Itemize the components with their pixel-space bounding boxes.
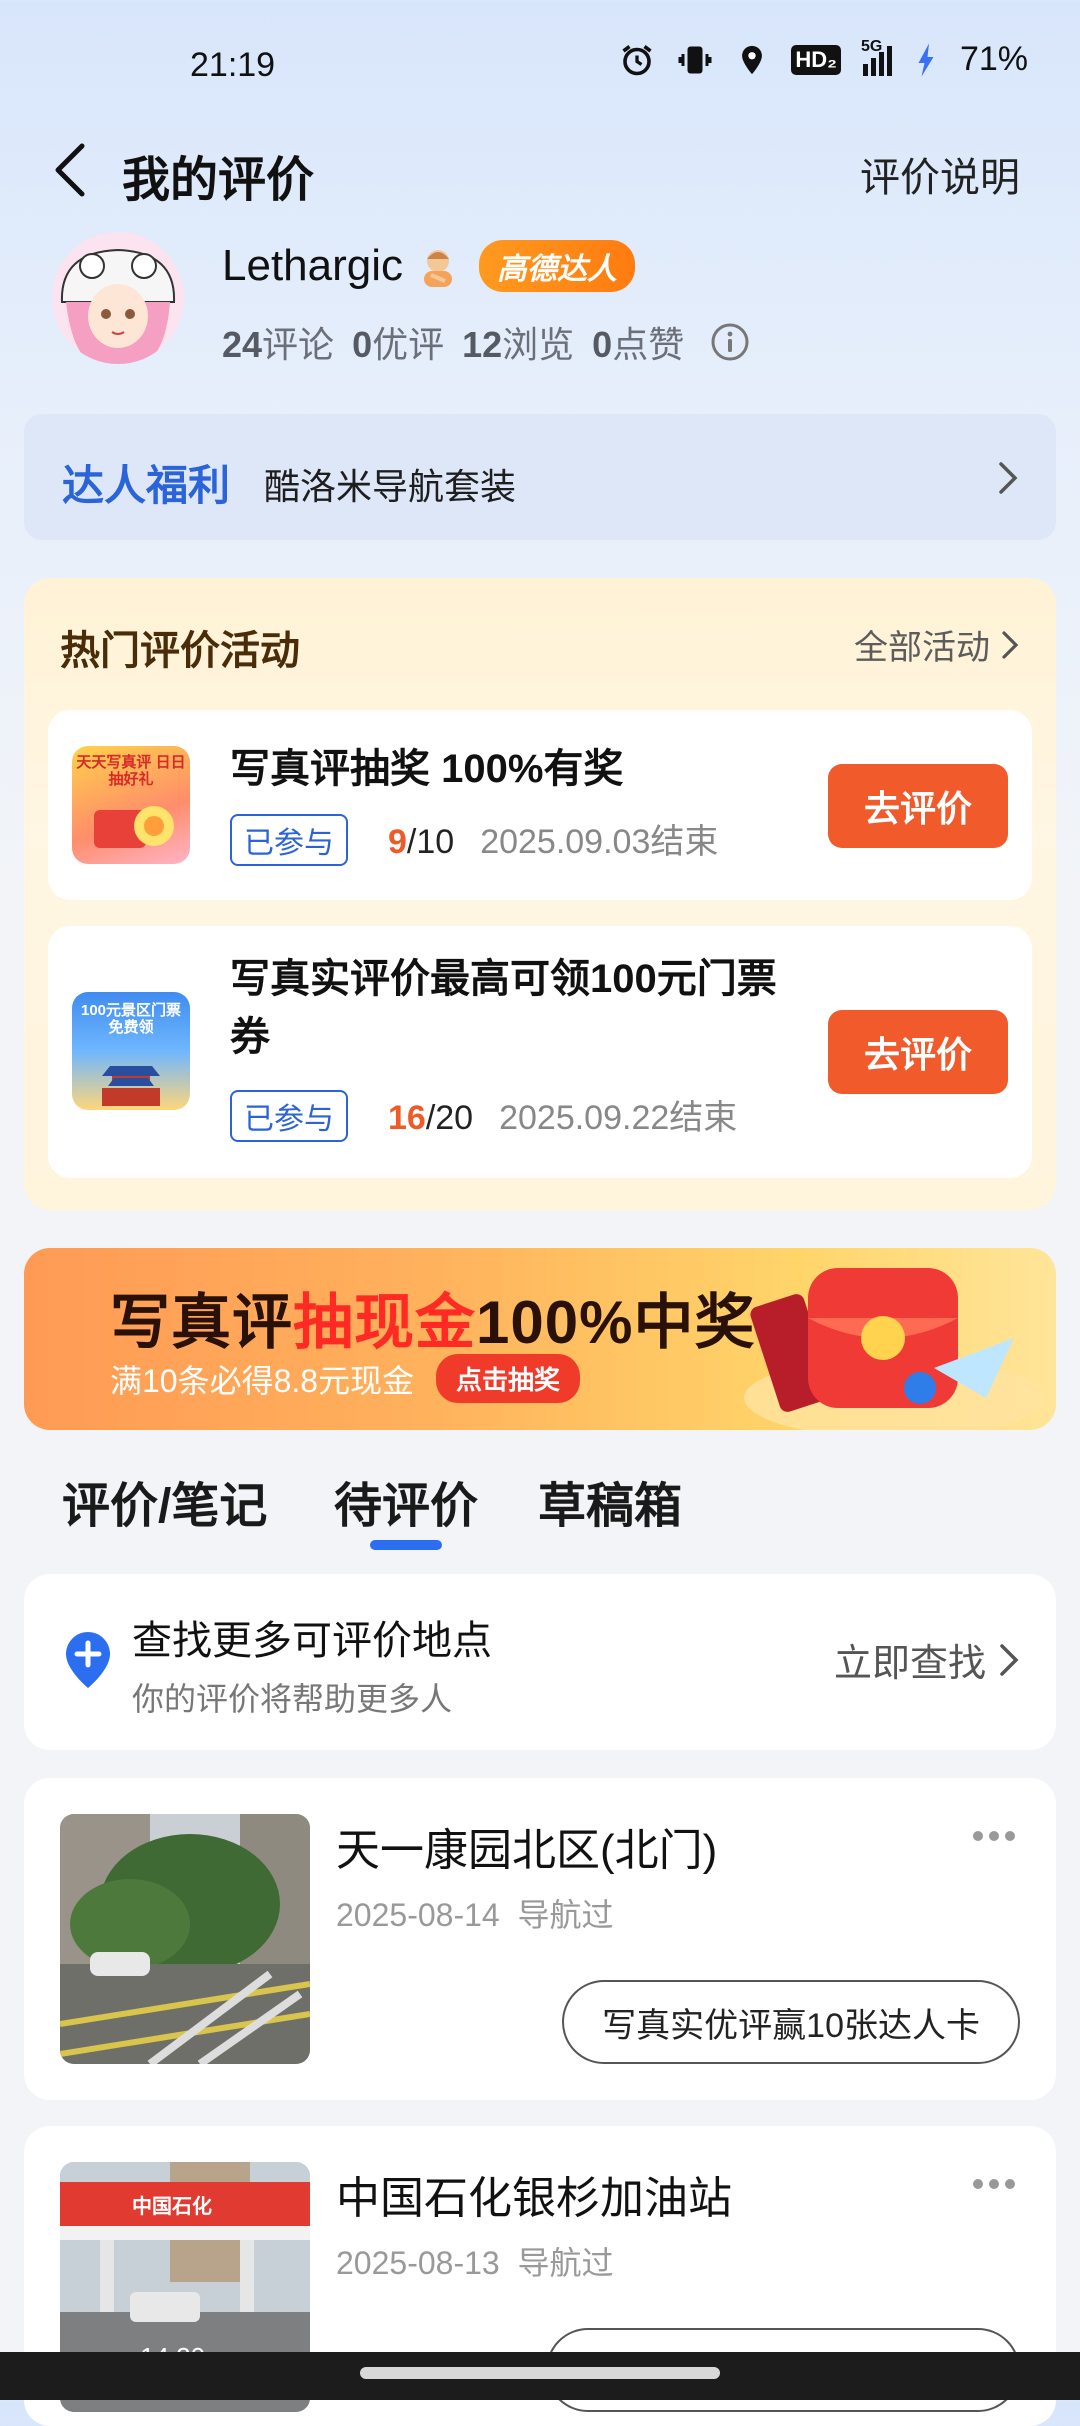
place-meta: 2025-08-13 导航过 xyxy=(336,2245,614,2281)
go-review-button[interactable]: 去评价 xyxy=(828,1010,1008,1094)
activity-end-date: 2025.09.22结束 xyxy=(499,1099,738,1137)
stat-likes: 0点赞 xyxy=(592,324,685,365)
emoji-icon xyxy=(424,250,453,287)
info-icon[interactable] xyxy=(710,322,750,362)
perks-item: 酷洛米导航套装 xyxy=(264,466,517,507)
all-activities-label: 全部活动 xyxy=(854,629,990,667)
chevron-right-icon xyxy=(999,462,1018,494)
location-plus-icon xyxy=(66,1632,110,1688)
activity-card[interactable]: 100元景区门票免费领 写真实评价最高可领100元门票 券 已参与 16/20 … xyxy=(48,926,1032,1178)
activity-name: 写真评抽奖 100%有奖 xyxy=(230,747,624,791)
page-title: 我的评价 xyxy=(122,154,315,207)
activity-card[interactable]: 天天写真评 日日抽好礼 写真评抽奖 100%有奖 已参与 9/10 2025.0… xyxy=(48,710,1032,900)
back-icon[interactable] xyxy=(48,140,98,200)
hd-icon: HD₂ xyxy=(791,44,841,75)
activity-progress: 16/20 xyxy=(388,1099,474,1137)
status-time: 21:19 xyxy=(190,46,276,84)
location-icon xyxy=(742,45,763,74)
activities-section: 热门评价活动 全部活动 天天写真评 日日抽好礼 写真评抽奖 100%有奖 已参与… xyxy=(24,578,1056,1210)
red-envelope-illustration xyxy=(744,1268,1044,1430)
level-badge[interactable]: 高德达人 xyxy=(479,240,636,292)
chevron-right-icon xyxy=(1002,630,1019,659)
vibrate-icon xyxy=(678,46,712,73)
active-tab-indicator xyxy=(370,1540,442,1550)
avatar[interactable] xyxy=(52,232,184,364)
find-more-card[interactable]: 查找更多可评价地点 你的评价将帮助更多人 立即查找 xyxy=(24,1574,1056,1750)
signal-icon: 5G xyxy=(861,38,892,76)
username: Lethargic xyxy=(222,241,404,290)
profile-stats: 24评论 0优评 12浏览 0点赞 xyxy=(222,316,750,368)
banner-cta-button[interactable]: 点击抽奖 xyxy=(436,1354,581,1403)
status-icons: HD₂ 5G 71% xyxy=(619,38,1028,79)
stat-reviews: 24评论 xyxy=(222,324,335,365)
tab-reviews-notes[interactable]: 评价/笔记 xyxy=(62,1466,267,1536)
alarm-icon xyxy=(622,44,652,75)
activity-thumbnail: 100元景区门票免费领 xyxy=(72,992,190,1110)
username-row: Lethargic 高德达人 xyxy=(222,240,636,292)
go-review-button[interactable]: 去评价 xyxy=(828,764,1008,848)
activity-end-date: 2025.09.03结束 xyxy=(480,823,719,861)
find-now-label: 立即查找 xyxy=(833,1643,986,1685)
reward-review-button[interactable]: 写真实优评赢10张达人卡 xyxy=(562,1980,1020,2064)
all-activities-link[interactable]: 全部活动 xyxy=(854,620,1020,669)
place-name: 中国石化银杉加油站 xyxy=(336,2174,732,2223)
joined-tag: 已参与 xyxy=(230,1090,348,1142)
activity-name: 写真实评价最高可领100元门票 券 xyxy=(230,957,777,1059)
home-indicator[interactable] xyxy=(360,2367,720,2379)
more-options-icon[interactable] xyxy=(972,1830,1016,1842)
activity-progress: 9/10 xyxy=(388,823,455,861)
place-meta: 2025-08-14 导航过 xyxy=(336,1897,614,1933)
find-more-title: 查找更多可评价地点 xyxy=(132,1619,492,1663)
promo-banner[interactable]: 写真评抽现金100%中奖 满10条必得8.8元现金 点击抽奖 xyxy=(24,1248,1056,1430)
chevron-right-icon xyxy=(1000,1643,1019,1676)
banner-subtitle: 满10条必得8.8元现金 xyxy=(110,1363,415,1399)
thumbnail-text: 天天写真评 日日抽好礼 xyxy=(76,754,186,788)
network-type: 5G xyxy=(860,37,883,55)
photo-sign-text: 中国石化 xyxy=(132,2196,212,2218)
stat-views: 12浏览 xyxy=(462,324,575,365)
place-photo xyxy=(60,1814,310,2064)
find-more-subtitle: 你的评价将帮助更多人 xyxy=(132,1681,453,1717)
thumbnail-text: 100元景区门票免费领 xyxy=(80,1002,182,1036)
perks-title: 达人福利 xyxy=(62,462,231,509)
charging-icon xyxy=(918,43,934,76)
help-link[interactable]: 评价说明 xyxy=(860,145,1020,203)
tab-pending[interactable]: 待评价 xyxy=(334,1466,478,1536)
place-name: 天一康园北区(北门) xyxy=(336,1826,718,1875)
battery-level: 71% xyxy=(959,40,1028,78)
place-card[interactable]: 天一康园北区(北门) 2025-08-14 导航过 写真实优评赢10张达人卡 xyxy=(24,1778,1056,2100)
more-options-icon[interactable] xyxy=(972,2178,1016,2190)
activities-title: 热门评价活动 xyxy=(60,629,300,673)
stat-quality: 0优评 xyxy=(352,324,445,365)
joined-tag: 已参与 xyxy=(230,814,348,866)
activity-thumbnail: 天天写真评 日日抽好礼 xyxy=(72,746,190,864)
find-now-button[interactable]: 立即查找 xyxy=(834,1632,1020,1687)
tab-drafts[interactable]: 草稿箱 xyxy=(538,1466,682,1536)
perks-bar[interactable]: 达人福利 酷洛米导航套装 xyxy=(24,414,1056,540)
banner-title: 写真评抽现金100%中奖 xyxy=(110,1289,756,1356)
